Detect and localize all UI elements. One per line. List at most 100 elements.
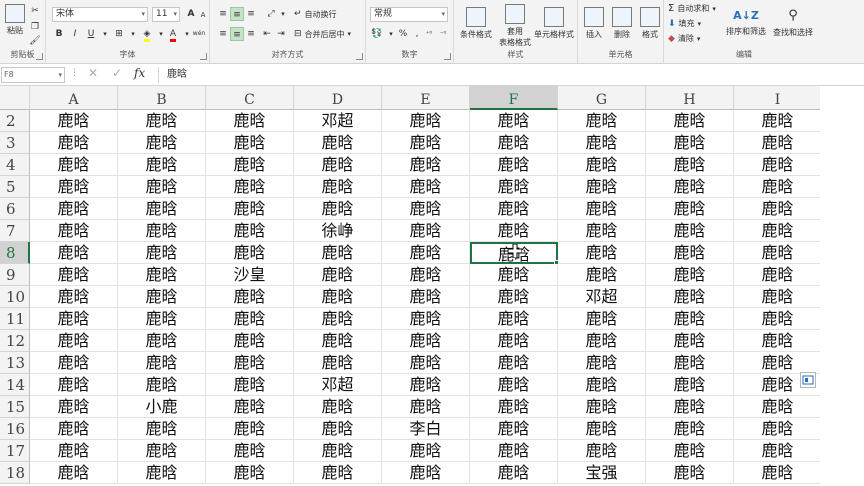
formula-input[interactable]: 鹿晗	[158, 67, 864, 83]
select-all-corner[interactable]	[0, 86, 30, 110]
cell-e12[interactable]: 鹿晗	[382, 330, 470, 352]
cell-a8[interactable]: 鹿晗	[30, 242, 118, 264]
cell-f4[interactable]: 鹿晗	[470, 154, 558, 176]
cell-i15[interactable]: 鹿晗	[734, 396, 820, 418]
column-header-h[interactable]: H	[646, 86, 734, 110]
cell-b6[interactable]: 鹿晗	[118, 198, 206, 220]
cell-c17[interactable]: 鹿晗	[206, 440, 294, 462]
percent-button[interactable]: %	[396, 27, 410, 41]
cell-d3[interactable]: 鹿晗	[294, 132, 382, 154]
cell-d14[interactable]: 邓超	[294, 374, 382, 396]
cell-a7[interactable]: 鹿晗	[30, 220, 118, 242]
cell-e9[interactable]: 鹿晗	[382, 264, 470, 286]
cell-f15[interactable]: 鹿晗	[470, 396, 558, 418]
italic-button[interactable]: I	[68, 27, 82, 41]
cell-g5[interactable]: 鹿晗	[558, 176, 646, 198]
paste-button[interactable]: 粘贴	[4, 4, 26, 36]
cell-i18[interactable]: 鹿晗	[734, 462, 820, 484]
row-header-13[interactable]: 13	[0, 352, 30, 374]
row-header-16[interactable]: 16	[0, 418, 30, 440]
cell-d13[interactable]: 鹿晗	[294, 352, 382, 374]
cell-f14[interactable]: 鹿晗	[470, 374, 558, 396]
cell-g15[interactable]: 鹿晗	[558, 396, 646, 418]
row-header-18[interactable]: 18	[0, 462, 30, 484]
cell-h3[interactable]: 鹿晗	[646, 132, 734, 154]
cell-f9[interactable]: 鹿晗	[470, 264, 558, 286]
column-header-a[interactable]: A	[30, 86, 118, 110]
cell-e14[interactable]: 鹿晗	[382, 374, 470, 396]
number-launcher-icon[interactable]	[444, 53, 451, 60]
autosum-button[interactable]: Σ 自动求和 ▾	[668, 2, 716, 15]
cut-button[interactable]: ✂	[28, 4, 42, 18]
decrease-indent-button[interactable]: ⇤	[260, 27, 274, 41]
underline-button[interactable]: U	[84, 27, 98, 41]
cell-i4[interactable]: 鹿晗	[734, 154, 820, 176]
cell-i16[interactable]: 鹿晗	[734, 418, 820, 440]
shrink-font-button[interactable]: A	[196, 8, 210, 22]
cell-g9[interactable]: 鹿晗	[558, 264, 646, 286]
cell-d6[interactable]: 鹿晗	[294, 198, 382, 220]
cell-h17[interactable]: 鹿晗	[646, 440, 734, 462]
cell-f3[interactable]: 鹿晗	[470, 132, 558, 154]
cell-h8[interactable]: 鹿晗	[646, 242, 734, 264]
row-header-12[interactable]: 12	[0, 330, 30, 352]
cell-c15[interactable]: 鹿晗	[206, 396, 294, 418]
cell-f6[interactable]: 鹿晗	[470, 198, 558, 220]
column-header-d[interactable]: D	[294, 86, 382, 110]
cell-g10[interactable]: 邓超	[558, 286, 646, 308]
cell-d5[interactable]: 鹿晗	[294, 176, 382, 198]
cell-g16[interactable]: 鹿晗	[558, 418, 646, 440]
cell-c18[interactable]: 鹿晗	[206, 462, 294, 484]
fill-color-button[interactable]: ◈	[140, 27, 154, 42]
row-header-9[interactable]: 9	[0, 264, 30, 286]
phonetic-button[interactable]: wén	[192, 27, 206, 41]
cell-a4[interactable]: 鹿晗	[30, 154, 118, 176]
accounting-format-button[interactable]: 💱	[370, 27, 384, 41]
format-button[interactable]: 格式	[636, 3, 664, 43]
cell-f16[interactable]: 鹿晗	[470, 418, 558, 440]
cell-e11[interactable]: 鹿晗	[382, 308, 470, 330]
cell-a6[interactable]: 鹿晗	[30, 198, 118, 220]
align-left-button[interactable]: ≡	[216, 27, 230, 41]
cell-f5[interactable]: 鹿晗	[470, 176, 558, 198]
cell-e6[interactable]: 鹿晗	[382, 198, 470, 220]
cell-g17[interactable]: 鹿晗	[558, 440, 646, 462]
cell-a16[interactable]: 鹿晗	[30, 418, 118, 440]
cell-g12[interactable]: 鹿晗	[558, 330, 646, 352]
row-header-4[interactable]: 4	[0, 154, 30, 176]
row-header-2[interactable]: 2	[0, 110, 30, 132]
cell-g14[interactable]: 鹿晗	[558, 374, 646, 396]
column-header-e[interactable]: E	[382, 86, 470, 110]
cell-c10[interactable]: 鹿晗	[206, 286, 294, 308]
cell-d10[interactable]: 鹿晗	[294, 286, 382, 308]
cell-h2[interactable]: 鹿晗	[646, 110, 734, 132]
cancel-icon[interactable]: ✕	[88, 66, 98, 80]
column-header-b[interactable]: B	[118, 86, 206, 110]
cell-d12[interactable]: 鹿晗	[294, 330, 382, 352]
row-header-7[interactable]: 7	[0, 220, 30, 242]
cell-a15[interactable]: 鹿晗	[30, 396, 118, 418]
cell-c9[interactable]: 沙皇	[206, 264, 294, 286]
cell-d9[interactable]: 鹿晗	[294, 264, 382, 286]
cell-h18[interactable]: 鹿晗	[646, 462, 734, 484]
format-painter-button[interactable]: 🖌	[28, 34, 42, 48]
cell-b10[interactable]: 鹿晗	[118, 286, 206, 308]
font-name-select[interactable]: 宋体 ▾	[52, 7, 148, 22]
cell-b13[interactable]: 鹿晗	[118, 352, 206, 374]
cell-b14[interactable]: 鹿晗	[118, 374, 206, 396]
copy-button[interactable]: ❐	[28, 20, 42, 34]
cell-c12[interactable]: 鹿晗	[206, 330, 294, 352]
insert-button[interactable]: 插入	[580, 3, 608, 43]
cell-d17[interactable]: 鹿晗	[294, 440, 382, 462]
cell-a5[interactable]: 鹿晗	[30, 176, 118, 198]
cell-a3[interactable]: 鹿晗	[30, 132, 118, 154]
cell-b7[interactable]: 鹿晗	[118, 220, 206, 242]
row-header-10[interactable]: 10	[0, 286, 30, 308]
font-size-select[interactable]: 11 ▾	[152, 7, 180, 22]
underline-dropdown[interactable]: ▾	[98, 27, 112, 41]
cell-b8[interactable]: 鹿晗	[118, 242, 206, 264]
cell-b11[interactable]: 鹿晗	[118, 308, 206, 330]
cell-h12[interactable]: 鹿晗	[646, 330, 734, 352]
format-as-table-button[interactable]: 套用 表格格式	[496, 3, 534, 49]
cell-a12[interactable]: 鹿晗	[30, 330, 118, 352]
